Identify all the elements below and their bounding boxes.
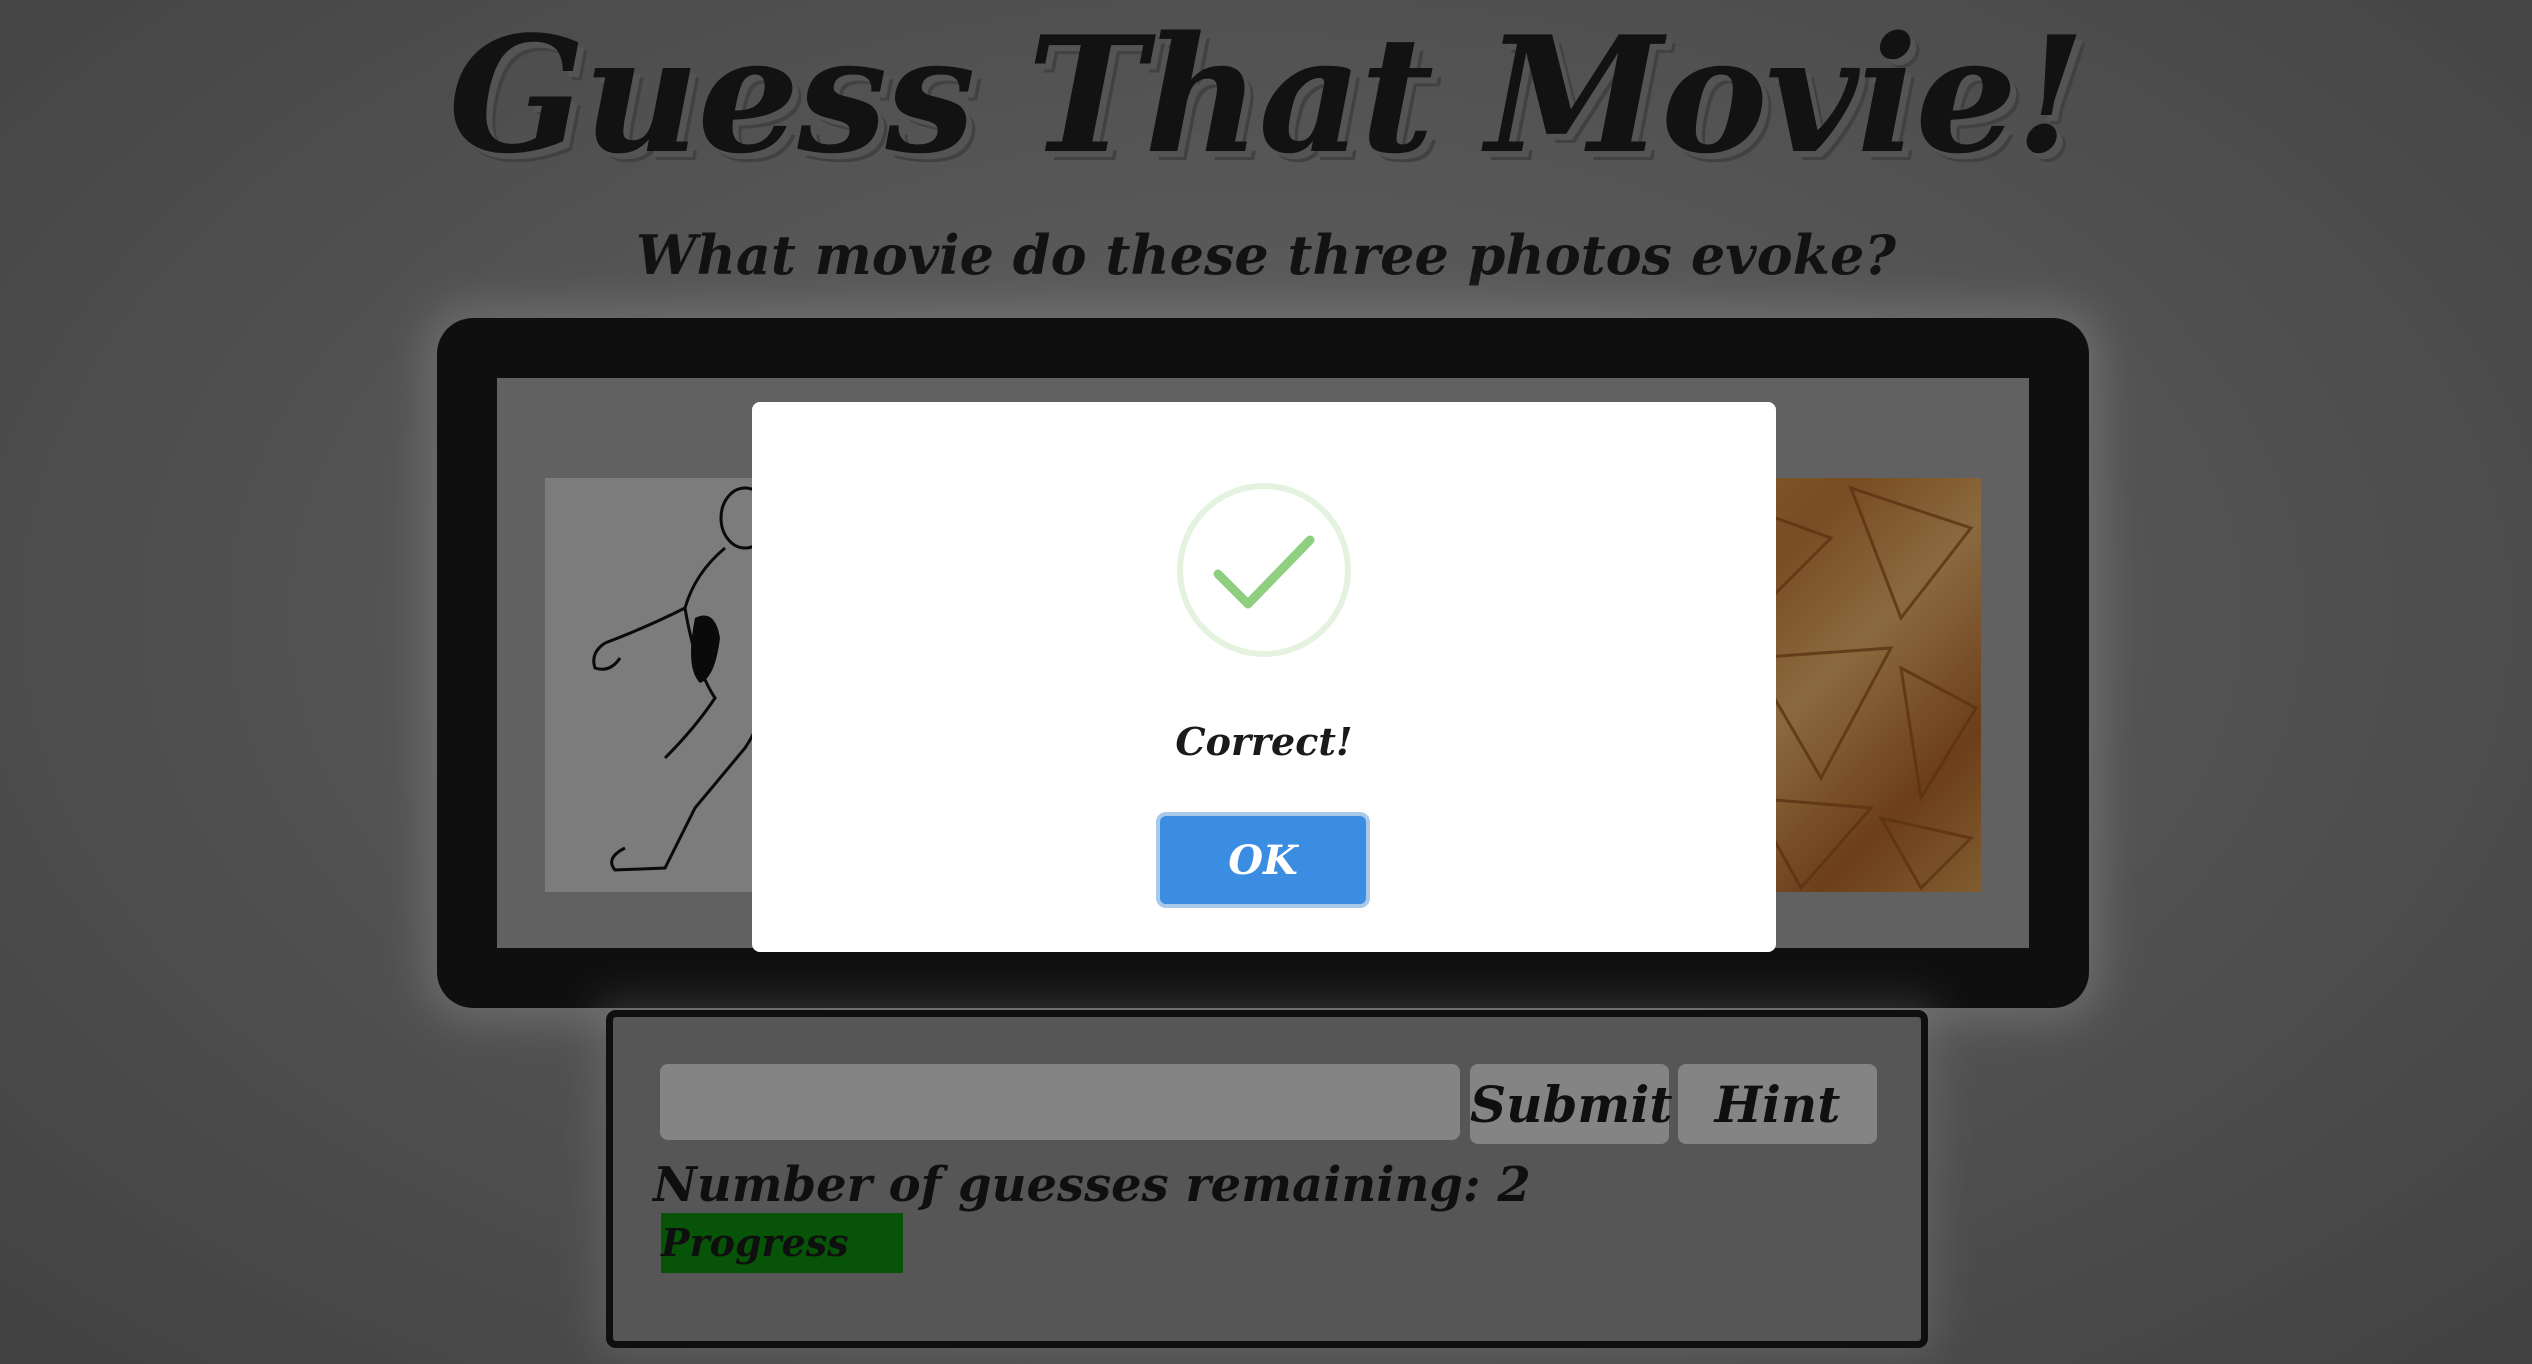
dialog-message: Correct! [1175, 719, 1353, 764]
success-check-icon [1176, 482, 1352, 658]
ok-button[interactable]: OK [1160, 816, 1366, 904]
result-dialog: Correct! OK [752, 402, 1776, 952]
